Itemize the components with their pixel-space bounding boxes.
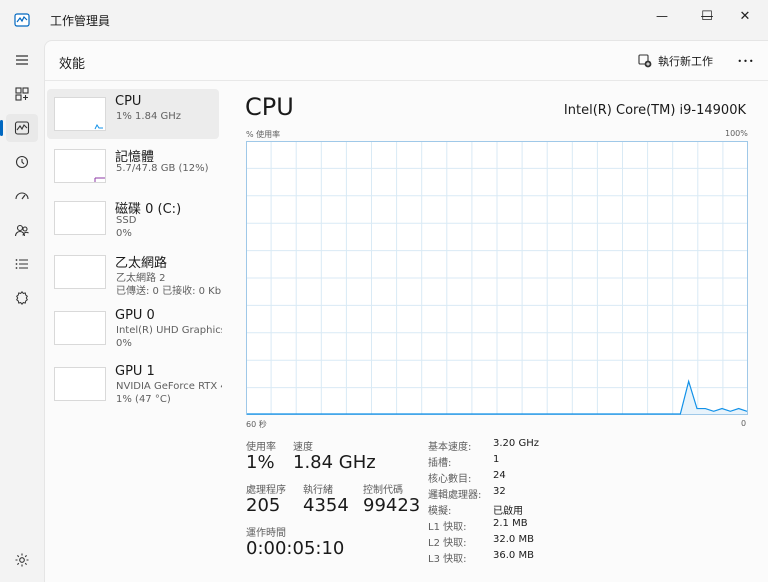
usage-value: 1% bbox=[246, 452, 275, 473]
resource-gpu-1[interactable]: GPU 1 NVIDIA GeForce RTX 4090 1% (47 °C) bbox=[47, 359, 222, 409]
resource-detail-2: 0% bbox=[116, 228, 132, 239]
usage-label: 使用率 bbox=[246, 442, 276, 453]
nav-users[interactable] bbox=[6, 216, 38, 244]
memory-thumbnail bbox=[54, 149, 106, 183]
more-options-icon: ••• bbox=[737, 57, 755, 66]
resource-ethernet[interactable]: 乙太網路 乙太網路 2 已傳送: 0 已接收: 0 Kbps bbox=[47, 247, 222, 297]
cpu-thumbnail bbox=[54, 97, 106, 131]
cpu-model-name: Intel(R) Core(TM) i9-14900K bbox=[563, 103, 746, 118]
hamburger-menu-button[interactable] bbox=[6, 46, 38, 74]
spec-value: 32 bbox=[493, 486, 506, 497]
run-new-task-button[interactable]: 執行新工作 bbox=[638, 51, 713, 71]
spec-key: 核心數目: bbox=[428, 474, 472, 485]
speed-label: 速度 bbox=[293, 442, 313, 453]
spec-key: L2 快取: bbox=[428, 538, 467, 549]
time-span-label: 60 秒 bbox=[246, 420, 267, 429]
main-panel: 效能 執行新工作 ••• CPU 1% 1.84 GHz 記憶體 5.7/47.… bbox=[44, 40, 768, 582]
resource-detail: Intel(R) UHD Graphics 770 bbox=[116, 325, 222, 336]
usage-max-label: 100% bbox=[725, 129, 748, 138]
spec-key: 基本速度: bbox=[428, 442, 472, 453]
time-zero-label: 0 bbox=[741, 419, 747, 428]
resource-detail: NVIDIA GeForce RTX 4090 bbox=[116, 381, 222, 392]
ethernet-thumbnail bbox=[54, 255, 106, 289]
spec-key: L3 快取: bbox=[428, 554, 467, 565]
task-manager-icon bbox=[14, 13, 30, 27]
resource-detail: 5.7/47.8 GB (12%) bbox=[116, 163, 209, 174]
resource-gpu-0[interactable]: GPU 0 Intel(R) UHD Graphics 770 0% bbox=[47, 303, 222, 353]
spec-value: 24 bbox=[493, 470, 506, 481]
nav-details[interactable] bbox=[6, 250, 38, 278]
resource-name: GPU 0 bbox=[115, 308, 155, 323]
performance-icon bbox=[14, 121, 30, 135]
usage-axis-label: % 使用率 bbox=[246, 130, 281, 139]
disk-thumbnail bbox=[54, 201, 106, 235]
resource-memory[interactable]: 記憶體 5.7/47.8 GB (12%) bbox=[47, 141, 219, 191]
resource-disk[interactable]: 磁碟 0 (C:) SSD 0% bbox=[47, 193, 219, 243]
more-options-button[interactable]: ••• bbox=[735, 51, 757, 71]
threads-label: 執行緒 bbox=[303, 485, 333, 496]
settings-gear-icon bbox=[15, 553, 29, 567]
minimize-icon: — bbox=[656, 9, 668, 23]
close-icon: ✕ bbox=[739, 8, 751, 24]
cpu-usage-chart bbox=[246, 141, 748, 415]
spec-key: 邏輯處理器: bbox=[428, 490, 482, 501]
nav-startup-apps[interactable] bbox=[6, 182, 38, 210]
handles-value: 99423 bbox=[363, 495, 421, 516]
gpu0-thumbnail bbox=[54, 311, 106, 345]
app-history-icon bbox=[15, 155, 29, 169]
close-button[interactable]: ✕ bbox=[722, 0, 768, 32]
nav-performance[interactable] bbox=[6, 114, 38, 142]
run-new-task-label: 執行新工作 bbox=[658, 55, 713, 68]
resource-detail-2: 已傳送: 0 已接收: 0 Kbps bbox=[116, 286, 222, 297]
nav-app-history[interactable] bbox=[6, 148, 38, 176]
spec-value: 1 bbox=[493, 454, 500, 465]
resource-detail-2: 1% (47 °C) bbox=[116, 394, 171, 405]
window-title: 工作管理員 bbox=[50, 14, 111, 28]
details-icon bbox=[15, 259, 28, 269]
threads-value: 4354 bbox=[303, 495, 349, 516]
gpu1-thumbnail bbox=[54, 367, 106, 401]
spec-value: 32.0 MB bbox=[493, 534, 534, 545]
active-nav-indicator bbox=[0, 120, 3, 136]
resource-name: GPU 1 bbox=[115, 364, 155, 379]
processes-label: 處理程序 bbox=[246, 485, 286, 496]
resource-detail: SSD bbox=[116, 215, 137, 226]
processes-value: 205 bbox=[246, 495, 281, 516]
spec-key: 模擬: bbox=[428, 506, 452, 517]
page-title: 效能 bbox=[59, 57, 86, 72]
uptime-label: 運作時間 bbox=[246, 528, 286, 539]
resource-cpu[interactable]: CPU 1% 1.84 GHz bbox=[47, 89, 219, 139]
nav-processes[interactable] bbox=[6, 80, 38, 108]
spec-value: 36.0 MB bbox=[493, 550, 534, 561]
spec-value: 3.20 GHz bbox=[493, 438, 539, 449]
spec-value: 2.1 MB bbox=[493, 518, 528, 529]
resource-detail-2: 0% bbox=[116, 338, 132, 349]
run-new-task-icon bbox=[638, 54, 652, 68]
processes-icon bbox=[15, 87, 29, 101]
nav-settings[interactable] bbox=[6, 546, 38, 574]
detail-title: CPU bbox=[245, 93, 294, 121]
startup-apps-icon bbox=[15, 192, 29, 200]
page-header: 效能 執行新工作 ••• bbox=[45, 41, 768, 81]
speed-value: 1.84 GHz bbox=[293, 452, 376, 473]
resource-name: CPU bbox=[115, 94, 142, 109]
minimize-button-2[interactable]: — bbox=[639, 0, 685, 32]
navigation-rail bbox=[0, 40, 44, 582]
resource-detail: 1% 1.84 GHz bbox=[116, 111, 182, 122]
maximize-icon: ☐ bbox=[701, 8, 713, 24]
uptime-value: 0:00:05:10 bbox=[246, 538, 345, 559]
spec-key: 插槽: bbox=[428, 458, 452, 469]
nav-services[interactable] bbox=[6, 284, 38, 312]
hamburger-menu-icon bbox=[16, 55, 28, 65]
handles-label: 控制代碼 bbox=[363, 485, 403, 496]
users-icon bbox=[14, 224, 29, 237]
spec-value: 已啟用 bbox=[493, 506, 523, 517]
spec-key: L1 快取: bbox=[428, 522, 467, 533]
services-icon bbox=[16, 291, 28, 305]
